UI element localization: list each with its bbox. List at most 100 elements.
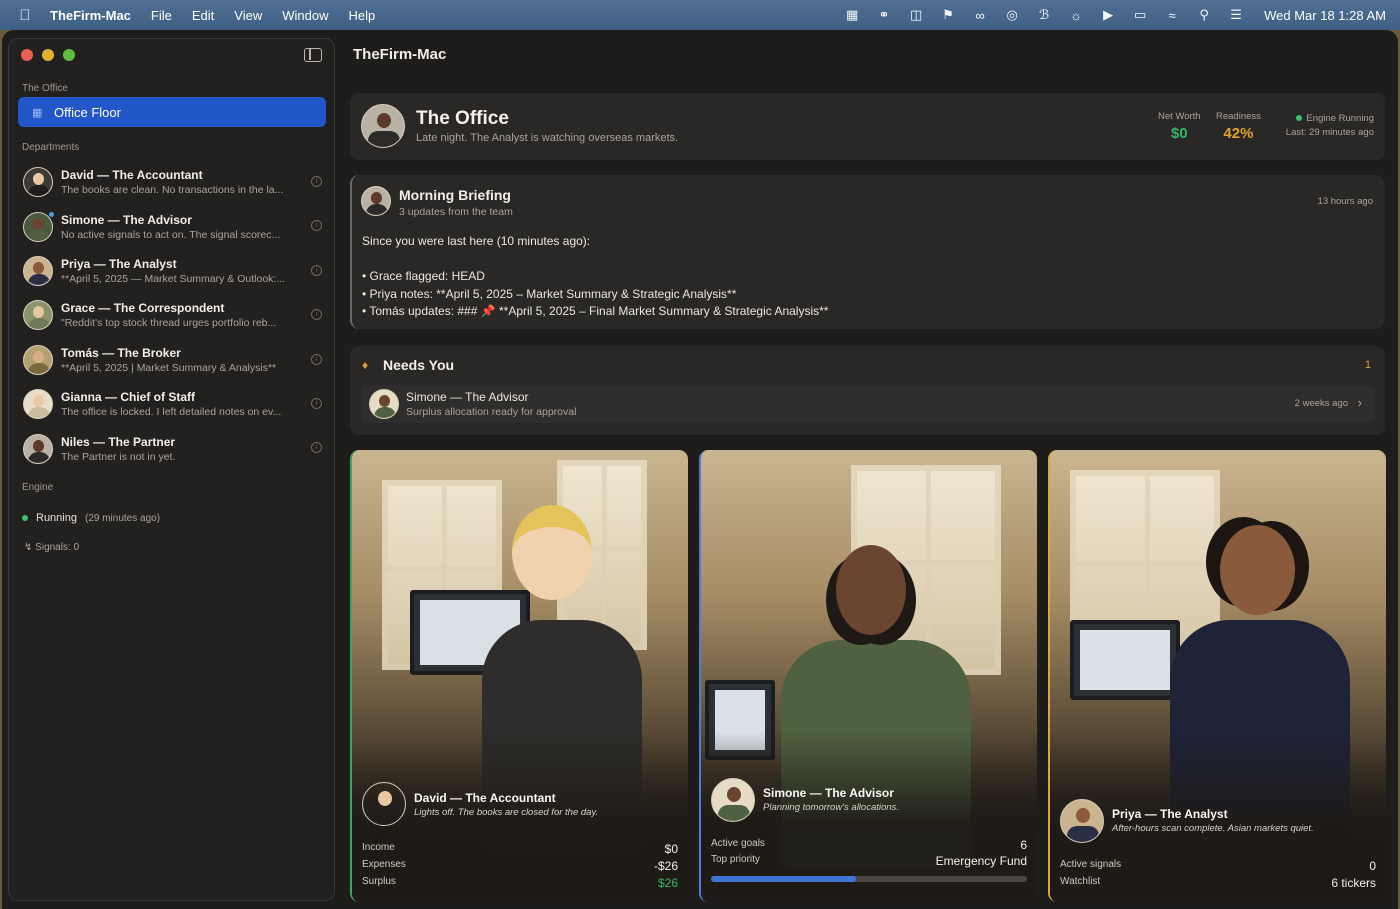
info-icon[interactable]: i	[311, 264, 322, 276]
avatar	[23, 433, 53, 464]
info-icon[interactable]: i	[311, 220, 322, 232]
bluetooth-icon[interactable]: ℬ	[1028, 7, 1060, 23]
laptop-illustration	[1070, 620, 1180, 700]
app-window: The Office ▦ Office Floor Departments Da…	[2, 30, 1398, 909]
watchlist-row: Watchlist 6 tickers	[1060, 876, 1376, 890]
notes-icon[interactable]: ▦	[836, 7, 868, 23]
dept-name: Tomás — The Broker	[61, 345, 181, 360]
engine-last-label: Last: 29 minutes ago	[1285, 127, 1374, 138]
menu-view[interactable]: View	[224, 8, 272, 23]
grid-icon: ▦	[32, 107, 43, 119]
apple-logo-icon[interactable]: 	[0, 7, 50, 24]
info-icon[interactable]: i	[311, 397, 322, 409]
card-david[interactable]: David — The Accountant Lights off. The b…	[350, 450, 688, 902]
card-simone[interactable]: Simone — The Advisor Planning tomorrow's…	[699, 450, 1037, 902]
wifi-icon[interactable]: ≈	[1156, 8, 1188, 23]
briefing-time: 13 hours ago	[1317, 196, 1373, 207]
needs-item-desc: Surplus allocation ready for approval	[406, 406, 577, 418]
status-dot	[22, 515, 28, 521]
briefing-title: Morning Briefing	[399, 187, 511, 203]
menu-clock[interactable]: Wed Mar 18 1:28 AM	[1252, 8, 1386, 23]
menu-edit[interactable]: Edit	[182, 8, 224, 23]
dept-name: Gianna — Chief of Staff	[61, 390, 196, 405]
bug-icon[interactable]: ⚑	[932, 7, 964, 23]
menu-bar:  TheFirm-Mac File Edit View Window Help…	[0, 0, 1400, 30]
avatar	[23, 300, 53, 331]
briefing-line: • Priya notes: **April 5, 2025 – Market …	[362, 286, 737, 301]
menu-help[interactable]: Help	[338, 8, 385, 23]
sidebar-item-priya[interactable]: Priya — The Analyst **April 5, 2025 — Ma…	[18, 249, 328, 293]
readiness-label: Readiness	[1216, 111, 1261, 122]
airdrop-icon[interactable]: ◎	[996, 7, 1028, 23]
battery-icon[interactable]: ▭	[1124, 7, 1156, 23]
dept-summary: The books are clean. No transactions in …	[61, 184, 284, 197]
top-priority-value: Emergency Fund	[935, 854, 1027, 868]
income-value: $0	[664, 842, 678, 856]
dept-summary: No active signals to act on. The signal …	[61, 228, 281, 241]
info-icon[interactable]: i	[311, 176, 322, 187]
card-priya[interactable]: Priya — The Analyst After-hours scan com…	[1048, 450, 1386, 902]
character-head-illustration	[512, 505, 592, 600]
play-icon[interactable]: ▶	[1092, 7, 1124, 23]
avatar	[362, 782, 406, 826]
surplus-label: Surplus	[362, 876, 396, 887]
sidebar-item-david[interactable]: David — The Accountant The books are cle…	[18, 160, 328, 204]
needs-you-panel: ♦ Needs You 1 Simone — The Advisor Surpl…	[350, 346, 1385, 435]
sidebar-item-tomas[interactable]: Tomás — The Broker **April 5, 2025 | Mar…	[18, 338, 328, 382]
department-list: David — The Accountant The books are cle…	[18, 160, 328, 471]
needs-you-count: 1	[1364, 359, 1371, 371]
morning-briefing: Morning Briefing 3 updates from the team…	[350, 175, 1385, 329]
sidebar-item-office-floor[interactable]: ▦ Office Floor	[18, 97, 326, 127]
active-signals-value: 0	[1369, 859, 1376, 873]
needs-you-title: Needs You	[383, 357, 455, 373]
sidebar: The Office ▦ Office Floor Departments Da…	[8, 38, 335, 901]
info-icon[interactable]: i	[311, 442, 322, 454]
chevron-right-icon: ›	[1357, 395, 1362, 410]
sidebar-toggle-icon[interactable]	[304, 48, 322, 62]
menu-app-name[interactable]: TheFirm-Mac	[50, 8, 141, 23]
active-signals-row: Active signals 0	[1060, 859, 1376, 873]
priority-progress-bar	[711, 876, 1027, 882]
engine-status: Running (29 minutes ago)	[22, 512, 160, 524]
dept-summary: The Partner is not in yet.	[61, 450, 176, 463]
control-center-icon[interactable]: ☰	[1220, 7, 1252, 23]
avatar	[711, 778, 755, 822]
surplus-row: Surplus $26	[362, 876, 678, 890]
scanner-icon[interactable]: ◫	[900, 7, 932, 23]
engine-last-run: (29 minutes ago)	[84, 512, 161, 524]
expenses-label: Expenses	[362, 859, 406, 870]
creative-cloud-icon[interactable]: ⚭	[868, 7, 900, 23]
active-goals-label: Active goals	[711, 838, 765, 849]
watchlist-label: Watchlist	[1060, 876, 1101, 887]
info-icon[interactable]: i	[311, 353, 322, 365]
zoom-window-button[interactable]	[63, 49, 75, 61]
net-worth-stat: Net Worth $0	[1158, 111, 1201, 142]
sidebar-item-simone[interactable]: Simone — The Advisor No active signals t…	[18, 204, 328, 248]
briefing-intro: Since you were last here (10 minutes ago…	[362, 234, 591, 248]
needs-you-item[interactable]: Simone — The Advisor Surplus allocation …	[361, 385, 1374, 423]
sidebar-item-gianna[interactable]: Gianna — Chief of Staff The office is lo…	[18, 382, 328, 426]
close-window-button[interactable]	[21, 49, 33, 61]
info-icon[interactable]: i	[311, 309, 322, 321]
expenses-value: -$26	[653, 859, 678, 873]
search-icon[interactable]: ⚲	[1188, 7, 1220, 23]
menu-file[interactable]: File	[141, 8, 182, 23]
brightness-icon[interactable]: ☼	[1060, 8, 1092, 23]
avatar	[361, 104, 405, 148]
signals-label: Signals: 0	[35, 542, 80, 553]
minimize-window-button[interactable]	[42, 49, 54, 61]
window-controls	[21, 49, 75, 61]
section-label-departments: Departments	[22, 142, 80, 153]
active-goals-row: Active goals 6	[711, 838, 1027, 852]
income-row: Income $0	[362, 842, 678, 856]
glasses-icon[interactable]: ∞	[964, 8, 996, 23]
unread-dot	[49, 212, 54, 218]
status-dot	[1296, 115, 1303, 121]
pulse-icon: ↯	[24, 542, 33, 553]
active-goals-value: 6	[1020, 838, 1027, 852]
sidebar-item-niles[interactable]: Niles — The Partner The Partner is not i…	[18, 426, 328, 470]
menu-window[interactable]: Window	[272, 8, 338, 23]
readiness-stat: Readiness 42%	[1216, 111, 1261, 142]
sidebar-item-grace[interactable]: Grace — The Correspondent "Reddit's top …	[18, 293, 328, 337]
signals-count: ↯ Signals: 0	[24, 542, 79, 553]
